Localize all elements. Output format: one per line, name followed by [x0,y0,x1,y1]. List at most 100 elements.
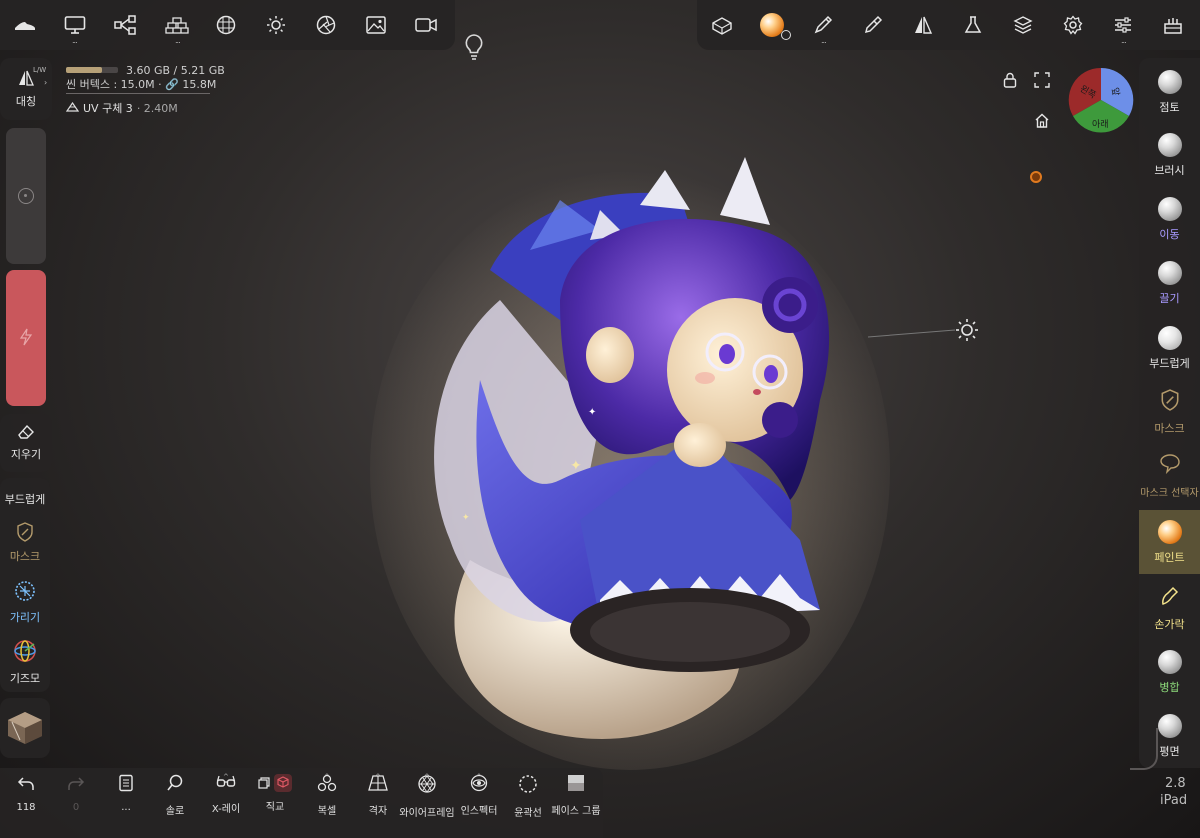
xray-label: X-레이 [211,804,241,815]
layers-icon[interactable] [1008,10,1038,40]
wireframe-button[interactable]: ^ 와이어프레임 [398,773,456,832]
mesh-sphere-icon[interactable] [211,10,241,40]
solo-button[interactable]: 솔로 [157,774,193,832]
xray-button[interactable]: ^ X-레이 [206,773,246,832]
face-group-button[interactable]: 페이스 그룹 [551,774,601,832]
hide-button-left[interactable]: 가리기 [0,576,50,628]
smooth-ball-icon [1157,325,1182,350]
cake-icon[interactable] [1158,10,1188,40]
mask-selector-icon [1159,453,1181,479]
monitor-more-indicator: ... [72,36,78,45]
lightning-icon [19,328,33,350]
tool-drag[interactable]: 끌기 [1139,253,1200,313]
tool-move[interactable]: 이동 [1139,189,1200,249]
eraser-box-icon[interactable] [707,10,737,40]
mask-button-left[interactable]: 마스크 [0,518,50,568]
image-icon[interactable] [361,10,391,40]
eraser-label: 지우기 [10,448,42,461]
pen-more-indicator: ... [821,36,827,45]
gizmo-button-left[interactable]: 기즈모 [0,636,50,688]
aperture-icon[interactable] [311,10,341,40]
tool-clay-label: 점토 [1159,100,1180,114]
radius-slider-handle-icon[interactable] [18,188,34,204]
mask-shield-icon-right [1160,388,1180,415]
shoe-icon[interactable] [10,10,40,40]
grid-label: 격자 [368,806,388,817]
svg-text:✦: ✦ [462,513,470,523]
radius-slider[interactable] [6,128,46,264]
material-settings-icon[interactable] [781,30,791,40]
gear-icon[interactable] [1058,10,1088,40]
sun-icon[interactable] [261,10,291,40]
symmetry-badge: L/W [33,66,47,74]
face-group-icon [567,774,585,796]
lightbulb-hint-icon[interactable] [462,32,486,62]
tool-merge[interactable]: 병합 [1139,642,1200,702]
tool-finger[interactable]: 손가락 [1139,578,1200,638]
view-cube-bottom-label[interactable]: 아래 [1092,117,1109,130]
pivot-point-marker[interactable] [1030,171,1042,183]
xray-caret-icon: ^ [223,773,229,781]
tool-mask-selector-label: 마스크 선택자 [1140,488,1199,499]
grid-button[interactable]: ^ 격자 [358,773,398,832]
smooth-label-left: 부드럽게 [4,492,46,506]
inspector-button[interactable]: ^ 인스펙터 [457,773,501,832]
sliders-more-indicator: ... [1121,36,1127,45]
home-icon[interactable] [1034,113,1050,132]
viewport[interactable]: ✦ ✦ ✦ [0,0,1200,838]
voxel-caret-icon: ^ [324,773,330,781]
right-panel-resize-handle[interactable] [1130,728,1158,770]
hide-label-left: 가리기 [9,611,41,624]
symmetry-button[interactable]: 대칭 L/W › [0,58,52,120]
wireframe-label: 와이어프레임 [399,808,455,819]
merge-ball-icon [1157,649,1182,674]
stats-divider [66,93,210,94]
node-graph-icon[interactable] [110,10,140,40]
symmetry-icon[interactable] [908,10,938,40]
top-left-toolbar: ... ... [0,0,455,50]
move-ball-icon [1157,196,1182,221]
outline-button[interactable]: 윤곽선 [509,774,547,832]
device-name-text: iPad [1160,793,1188,808]
smooth-button-left[interactable]: 부드럽게 [0,482,50,512]
dropper-icon[interactable] [858,10,888,40]
fullscreen-icon[interactable] [1034,72,1050,92]
tool-smooth-label: 부드럽게 [1149,356,1190,370]
ortho-button[interactable]: 직교 [254,774,296,832]
sculpt-model-render[interactable]: ✦ ✦ ✦ [0,0,1200,838]
inspector-label: 인스펙터 [460,806,498,817]
tool-paint[interactable]: 페인트 [1139,510,1200,574]
undo-button[interactable]: 118 [8,774,44,832]
eraser-button[interactable]: 지우기 [0,414,52,472]
bottom-toolbar: 118 0 ... 솔로 ^ X-레이 직교 ^ 복셀 ^ 격자 ^ 와이어프레… [0,768,603,838]
mask-label-left: 마스크 [9,550,41,563]
flat-ball-icon [1157,713,1182,738]
notebook-button[interactable]: ... [108,774,144,832]
hide-grid-icon [13,579,37,606]
lock-icon[interactable] [1003,72,1017,92]
intensity-slider[interactable] [6,270,46,406]
wireframe-caret-icon: ^ [424,773,430,781]
top-right-toolbar: ... ... [697,0,1200,50]
tool-smooth[interactable]: 부드럽게 [1139,318,1200,378]
tool-mask-selector[interactable]: 마스크 선택자 [1139,446,1200,506]
notebook-icon [118,774,134,796]
voxel-label: 복셀 [317,806,337,817]
mesh-pyramid-icon [65,101,80,115]
voxel-button[interactable]: ^ 복셀 [307,773,347,832]
tool-mask[interactable]: 마스크 [1139,382,1200,442]
svg-text:✦: ✦ [588,407,596,418]
symmetry-chevron-icon: › [44,78,48,87]
outline-label: 윤곽선 [514,808,542,819]
redo-button[interactable]: 0 [58,774,94,832]
mesh-info[interactable]: UV 구체 3 · 2.40M [65,100,178,116]
material-thumbnail-button[interactable] [0,698,50,758]
solo-label: 솔로 [165,806,185,817]
view-cube[interactable]: 왼쪽 앞 아래 [1068,67,1134,133]
mask-shield-icon [16,522,34,545]
tool-clay[interactable]: 점토 [1139,62,1200,122]
flask-icon[interactable] [958,10,988,40]
tool-brush[interactable]: 브러시 [1139,125,1200,185]
video-camera-icon[interactable] [411,10,441,40]
light-sun-icon[interactable] [955,318,979,342]
